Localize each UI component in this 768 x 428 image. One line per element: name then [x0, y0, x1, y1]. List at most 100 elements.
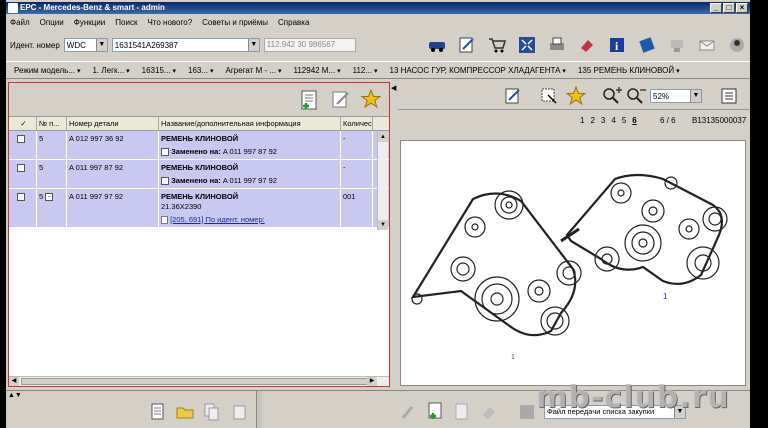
print-icon[interactable]: [546, 34, 568, 56]
breadcrumb-item[interactable]: 135 РЕМЕНЬ КЛИНОВОЙ: [578, 66, 680, 75]
page-link[interactable]: 3: [601, 116, 605, 125]
parts-toolbar: [9, 83, 389, 117]
stamp-icon[interactable]: [666, 34, 688, 56]
ident-link[interactable]: [205, 691] По идент. номер:: [170, 215, 265, 224]
breadcrumb-item[interactable]: 16315...: [142, 66, 176, 75]
vertical-scrollbar[interactable]: ▲ ▼: [377, 132, 388, 230]
vin-input[interactable]: 1631541A269387 ▼: [111, 38, 260, 52]
close-button[interactable]: ×: [736, 3, 748, 13]
zoom-in-icon[interactable]: [602, 87, 622, 107]
header-position[interactable]: № п...: [37, 117, 67, 130]
scroll-up-icon[interactable]: ▲: [378, 132, 388, 142]
edit-list-icon[interactable]: [504, 87, 522, 107]
expand-toggle-icon[interactable]: -: [45, 193, 54, 202]
row-checkbox[interactable]: [17, 135, 25, 144]
scroll-thumb[interactable]: [21, 378, 371, 385]
replace-checkbox[interactable]: [161, 148, 169, 157]
row-checkbox[interactable]: [17, 164, 25, 173]
row-checkbox[interactable]: [17, 193, 25, 202]
row-qty: -: [341, 131, 373, 160]
menu-whats-new[interactable]: Что нового?: [147, 18, 192, 27]
list-view-icon[interactable]: [720, 87, 738, 107]
header-part-number[interactable]: Номер детали: [67, 117, 159, 130]
page-link[interactable]: 2: [590, 116, 594, 125]
image-id: B13135000037: [692, 116, 747, 125]
paste-icon[interactable]: [232, 403, 248, 423]
scroll-down-icon[interactable]: ▼: [378, 220, 388, 230]
row-position: 5: [37, 160, 67, 189]
zoom-select[interactable]: 52% ▼: [650, 89, 702, 103]
menu-file[interactable]: Файл: [10, 18, 30, 27]
table-row[interactable]: 5 - A 011 997 97 92 РЕМЕНЬ КЛИНОВОЙ 21.3…: [9, 189, 389, 229]
menu-options[interactable]: Опции: [40, 18, 64, 27]
bottom-splitter[interactable]: [256, 391, 262, 428]
engine-number-field: 112.942 30 986567: [263, 38, 356, 52]
document-icon[interactable]: [150, 403, 166, 423]
chevron-down-icon: ▼: [247, 39, 259, 51]
window-title: EPC - Mercedes-Benz & smart - admin: [20, 3, 165, 12]
menu-tips[interactable]: Советы и приёмы: [202, 18, 268, 27]
page-link-current[interactable]: 6: [632, 116, 636, 125]
collapse-up-icon[interactable]: ▲▼: [8, 392, 22, 399]
collapse-left-icon[interactable]: ◀: [391, 84, 396, 92]
mail-icon[interactable]: [696, 34, 718, 56]
header-check[interactable]: ✓: [9, 117, 37, 130]
user-icon[interactable]: [726, 34, 748, 56]
breadcrumb-item[interactable]: 163...: [188, 66, 213, 75]
main-toolbar: i: [426, 31, 748, 59]
breadcrumb-item[interactable]: 1. Легк...: [92, 66, 129, 75]
page-link[interactable]: 1: [580, 116, 584, 125]
vehicle-icon[interactable]: [426, 34, 448, 56]
header-name[interactable]: Название/дополнительная информация: [159, 117, 341, 130]
folder-icon[interactable]: [176, 403, 194, 423]
star-icon[interactable]: [565, 85, 587, 108]
replace-checkbox[interactable]: [161, 177, 169, 186]
replaced-label: Заменено на:: [171, 176, 221, 186]
horizontal-scrollbar[interactable]: ◀ ▶: [9, 376, 389, 386]
page-link[interactable]: 5: [622, 116, 626, 125]
minimize-button[interactable]: _: [710, 3, 722, 13]
book-icon[interactable]: [636, 34, 658, 56]
cart-icon[interactable]: [486, 34, 508, 56]
image-pager: 1 2 3 4 5 6 6 / 6 B13135000037: [398, 112, 750, 130]
breadcrumb-item[interactable]: 13 НАСОС ГУР, КОМПРЕССОР ХЛАДАГЕНТА: [390, 66, 566, 75]
transfer-icon[interactable]: [518, 403, 536, 423]
zoom-out-icon[interactable]: [626, 87, 646, 107]
breadcrumb-item[interactable]: 112...: [353, 66, 378, 75]
menu-search[interactable]: Поиск: [115, 18, 137, 27]
add-to-list-icon[interactable]: [426, 401, 444, 423]
screen-border-right: [750, 0, 768, 428]
belt-drawing[interactable]: 1 1: [400, 140, 746, 386]
copy-icon[interactable]: [204, 403, 220, 423]
panel-splitter[interactable]: ◀: [390, 82, 398, 387]
ident-type-select[interactable]: WDC ▼: [63, 38, 108, 52]
eraser-icon[interactable]: [576, 34, 598, 56]
fullscreen-icon[interactable]: [516, 34, 538, 56]
select-area-icon[interactable]: [540, 87, 558, 107]
table-row[interactable]: 5 A 011 997 87 92 РЕМЕНЬ КЛИНОВОЙ Замене…: [9, 160, 389, 190]
add-to-list-icon[interactable]: [299, 89, 319, 113]
edit-note-icon[interactable]: [331, 89, 351, 111]
breadcrumb-item[interactable]: Режим модель...: [14, 66, 80, 75]
eraser-icon[interactable]: [480, 403, 498, 423]
menu-functions[interactable]: Функции: [74, 18, 106, 27]
header-qty[interactable]: Количес: [341, 117, 373, 130]
breadcrumb-item[interactable]: Агрегат М - ...: [226, 66, 282, 75]
tools-icon[interactable]: [400, 403, 416, 423]
info-icon[interactable]: i: [606, 34, 628, 56]
parts-list-panel: ✓ № п... Номер детали Название/дополните…: [8, 82, 390, 387]
maximize-button[interactable]: □: [723, 3, 735, 13]
row-qty: -: [341, 160, 373, 189]
callout-label[interactable]: 1: [663, 292, 668, 301]
menu-help[interactable]: Справка: [278, 18, 309, 27]
table-row[interactable]: 5 A 012 997 36 92 РЕМЕНЬ КЛИНОВОЙ Замене…: [9, 131, 389, 161]
row-part-number: A 011 997 97 92: [67, 189, 159, 228]
edit-list-icon[interactable]: [456, 34, 478, 56]
menu-bar: Файл Опции Функции Поиск Что нового? Сов…: [6, 15, 750, 29]
star-icon[interactable]: [360, 88, 382, 111]
document-icon[interactable]: [454, 403, 470, 423]
page-link[interactable]: 4: [611, 116, 615, 125]
scroll-right-icon[interactable]: ▶: [367, 377, 377, 386]
scroll-left-icon[interactable]: ◀: [9, 377, 19, 386]
breadcrumb-item[interactable]: 112942 М...: [293, 66, 340, 75]
